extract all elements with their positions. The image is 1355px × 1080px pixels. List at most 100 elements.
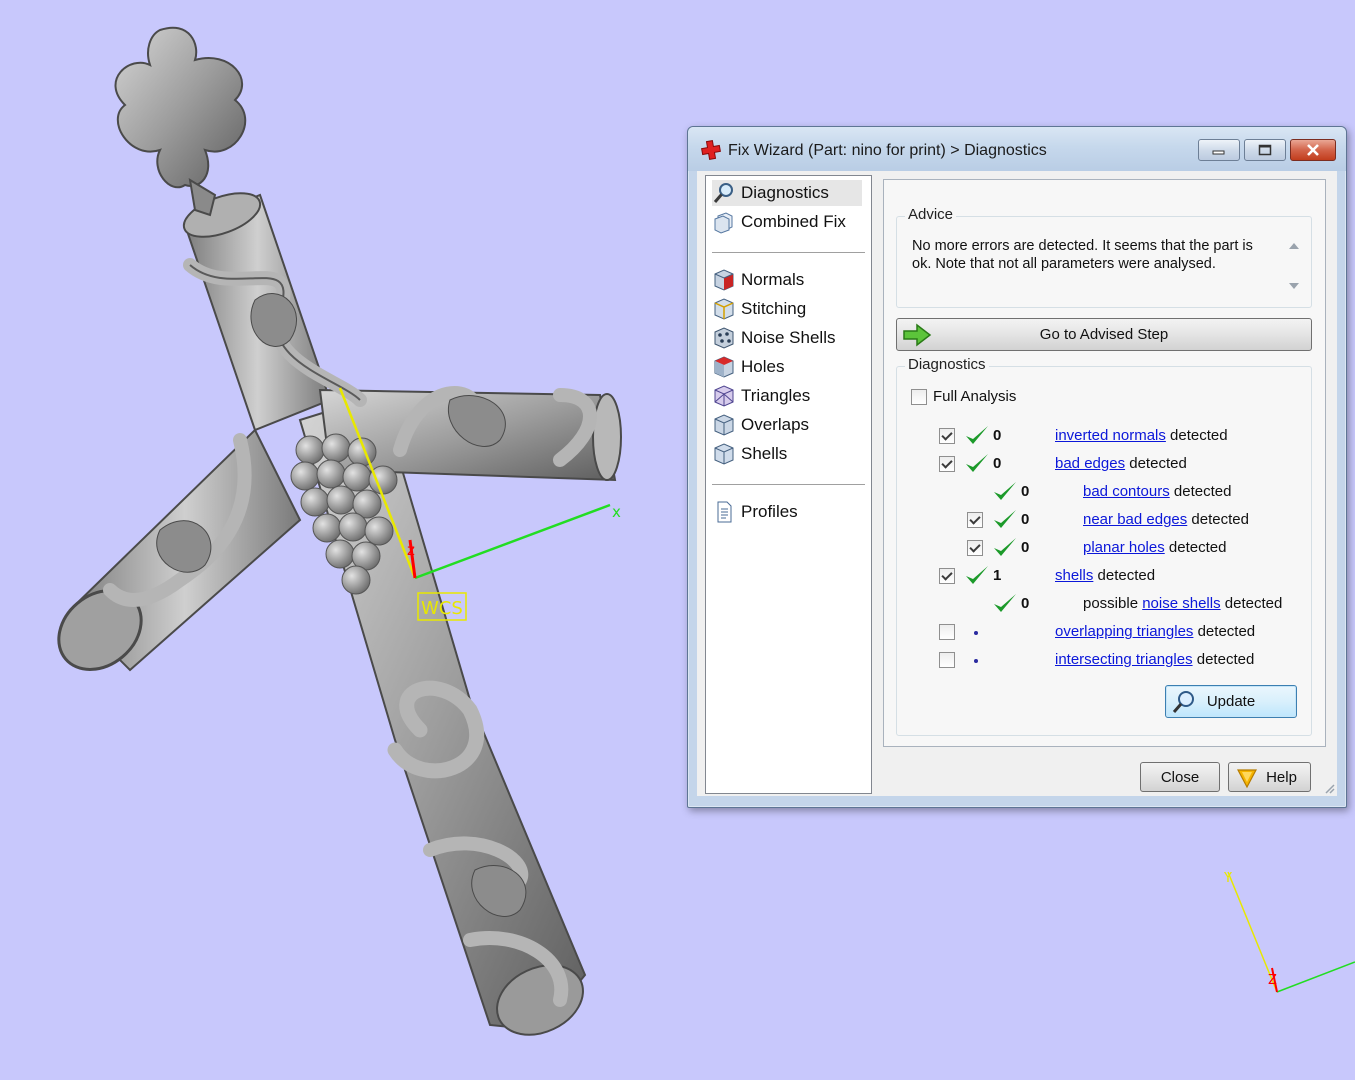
bad-contours-link[interactable]: bad contours [1083, 483, 1170, 500]
check-mark-icon [994, 538, 1016, 556]
diagnostics-panel: Advice No more errors are detected. It s… [883, 179, 1326, 747]
row-label: shells detected [1055, 567, 1156, 584]
planar-holes-link[interactable]: planar holes [1083, 539, 1165, 556]
nav-item-profiles[interactable]: Profiles [712, 499, 862, 525]
row-count: 0 [1021, 483, 1030, 500]
full-analysis-label: Full Analysis [933, 388, 1017, 405]
magnifier-icon [713, 183, 733, 203]
cube-red-face-icon [714, 269, 734, 291]
wizard-nav: Diagnostics Combined Fix Normals Stitchi… [705, 175, 872, 794]
document-icon [717, 501, 732, 523]
nav-item-label: Stitching [741, 299, 807, 318]
update-button[interactable]: Update [1165, 685, 1297, 718]
row-count: 0 [993, 455, 1002, 472]
scroll-up-arrow-icon[interactable] [1289, 243, 1299, 249]
row-checkbox[interactable] [967, 512, 983, 528]
check-mark-icon [994, 482, 1016, 500]
scroll-down-arrow-icon[interactable] [1289, 283, 1299, 289]
cube-hole-icon [714, 356, 734, 378]
check-mark-icon [966, 454, 988, 472]
advice-group: Advice No more errors are detected. It s… [896, 206, 1312, 308]
nav-item-label: Diagnostics [741, 183, 829, 202]
diag-row-inverted-normals: 0 inverted normals detected [897, 425, 1307, 449]
row-label: bad contours detected [1083, 483, 1232, 500]
nav-item-label: Holes [741, 357, 785, 376]
diag-row-bad-contours: 0 bad contours detected [897, 481, 1307, 505]
diag-row-intersecting-triangles: intersecting triangles detected [897, 649, 1307, 673]
diag-row-planar-holes: 0 planar holes detected [897, 537, 1307, 561]
row-label: planar holes detected [1083, 539, 1227, 556]
check-mark-icon [966, 426, 988, 444]
diag-row-bad-edges: 0 bad edges detected [897, 453, 1307, 477]
green-arrow-icon [903, 323, 932, 347]
restore-icon [1258, 144, 1272, 156]
full-analysis-checkbox[interactable] [911, 389, 927, 405]
shells-link[interactable]: shells [1055, 567, 1093, 584]
fix-wizard-dialog: Fix Wizard (Part: nino for print) > Diag… [687, 126, 1347, 808]
overlapping-triangles-link[interactable]: overlapping triangles [1055, 623, 1193, 640]
noise-shells-icon [714, 327, 734, 349]
check-mark-icon [966, 566, 988, 584]
row-checkbox[interactable] [967, 540, 983, 556]
bad-edges-link[interactable]: bad edges [1055, 455, 1125, 472]
close-icon [1307, 144, 1319, 156]
nav-item-noise-shells[interactable]: Noise Shells [712, 325, 862, 351]
advised-step-label: Go to Advised Step [1039, 326, 1169, 343]
row-checkbox[interactable] [939, 652, 955, 668]
nav-item-normals[interactable]: Normals [712, 267, 862, 293]
row-label: near bad edges detected [1083, 511, 1249, 528]
nav-item-holes[interactable]: Holes [712, 354, 862, 380]
intersecting-triangles-link[interactable]: intersecting triangles [1055, 651, 1193, 668]
check-mark-icon [994, 594, 1016, 612]
nav-item-label: Profiles [741, 502, 798, 521]
row-checkbox[interactable] [939, 456, 955, 472]
pending-dot-icon [974, 631, 978, 635]
minimize-button[interactable] [1198, 139, 1240, 161]
dialog-client: Diagnostics Combined Fix Normals Stitchi… [697, 171, 1337, 796]
go-to-advised-step-button[interactable]: Go to Advised Step [896, 318, 1312, 351]
near-bad-edges-link[interactable]: near bad edges [1083, 511, 1187, 528]
magnifier-icon [1172, 691, 1194, 713]
z-axis-label: z [407, 541, 415, 559]
nav-divider [712, 484, 865, 485]
row-label: overlapping triangles detected [1055, 623, 1256, 640]
nav-item-stitching[interactable]: Stitching [712, 296, 862, 322]
check-mark-icon [994, 510, 1016, 528]
resize-grip-icon[interactable] [1323, 782, 1335, 794]
inverted-normals-link[interactable]: inverted normals [1055, 427, 1166, 444]
nav-divider [712, 252, 865, 253]
nav-item-triangles[interactable]: Triangles [712, 383, 862, 409]
nav-item-shells[interactable]: Shells [712, 441, 862, 467]
row-checkbox[interactable] [939, 428, 955, 444]
title-bar[interactable]: Fix Wizard (Part: nino for print) > Diag… [688, 127, 1346, 171]
nav-item-label: Triangles [741, 386, 811, 405]
nav-item-label: Overlaps [741, 415, 810, 434]
nav-item-diagnostics[interactable]: Diagnostics [712, 180, 862, 206]
row-label: bad edges detected [1055, 455, 1187, 472]
diagnostics-title: Diagnostics [905, 356, 989, 373]
update-label: Update [1206, 693, 1256, 710]
cube-stack-icon [714, 212, 733, 234]
nav-item-combined-fix[interactable]: Combined Fix [712, 209, 862, 235]
maximize-button[interactable] [1244, 139, 1286, 161]
x-axis-label: x [612, 503, 621, 521]
nav-item-overlaps[interactable]: Overlaps [712, 412, 862, 438]
row-checkbox[interactable] [939, 624, 955, 640]
cross-3d-model[interactable] [43, 26, 622, 1048]
mini-y-axis-label: Y [1223, 871, 1232, 886]
diag-row-noise-shells: 0 possible noise shells detected [897, 593, 1307, 617]
orientation-triad: Y Z [1223, 871, 1355, 993]
row-count: 0 [1021, 539, 1030, 556]
help-funnel-icon [1237, 769, 1257, 789]
close-window-button[interactable] [1290, 139, 1336, 161]
advice-title: Advice [905, 206, 957, 223]
diag-row-near-bad-edges: 0 near bad edges detected [897, 509, 1307, 533]
diag-row-overlapping-triangles: overlapping triangles detected [897, 621, 1307, 645]
nav-item-label: Noise Shells [741, 328, 836, 347]
nav-item-label: Normals [741, 270, 805, 289]
close-button[interactable]: Close [1140, 762, 1220, 792]
noise-shells-link[interactable]: noise shells [1142, 595, 1220, 612]
help-button[interactable]: Help [1228, 762, 1311, 792]
close-label: Close [1160, 768, 1200, 786]
row-checkbox[interactable] [939, 568, 955, 584]
